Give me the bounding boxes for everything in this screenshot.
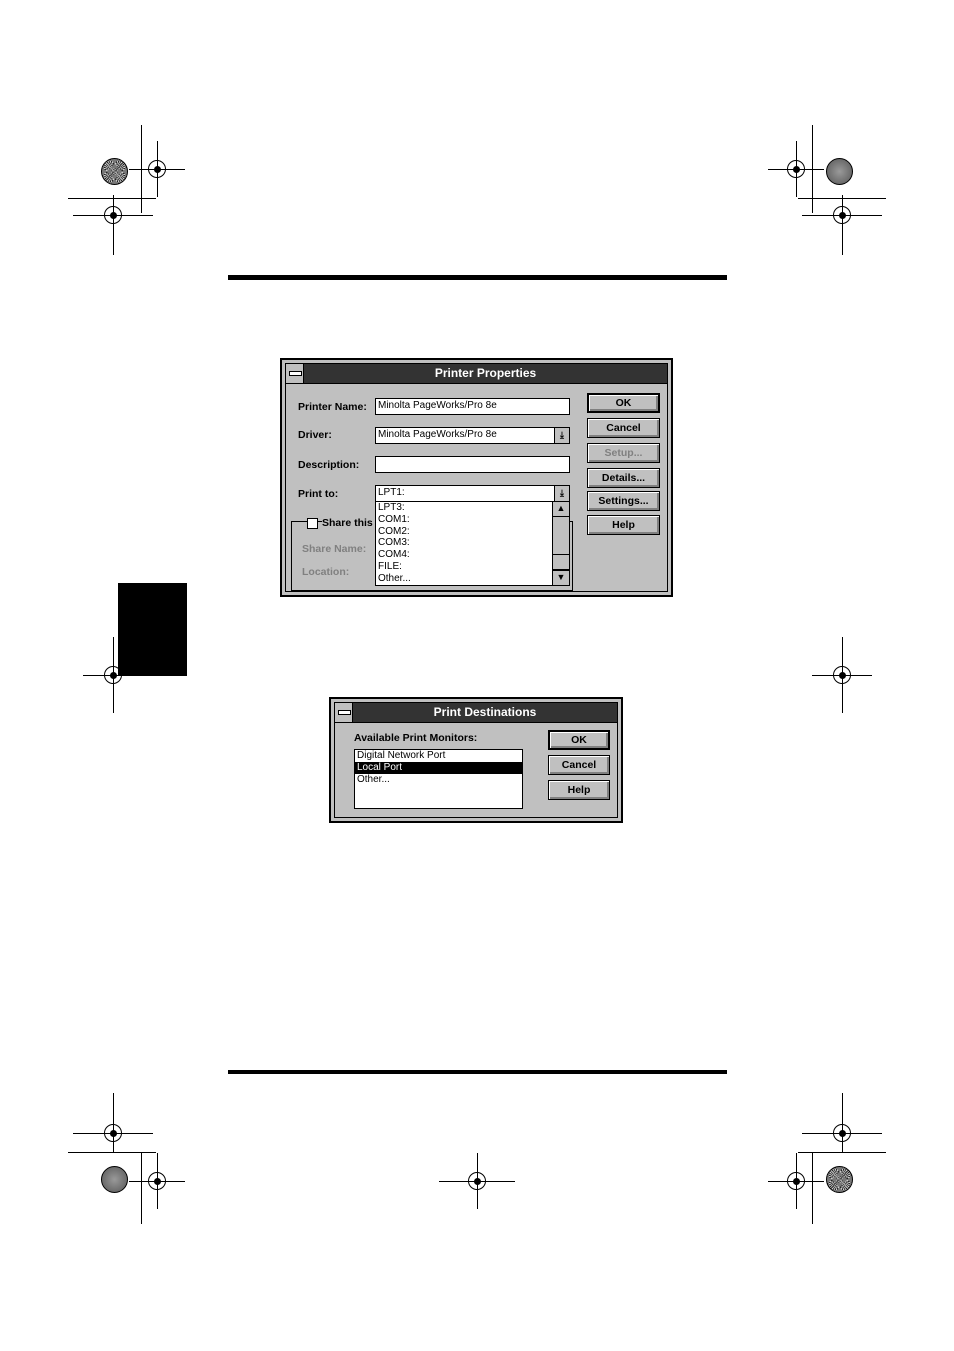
- printer-name-label: Printer Name:: [298, 401, 367, 413]
- star-target-icon: [826, 1166, 853, 1193]
- details-button[interactable]: Details...: [587, 468, 660, 488]
- scroll-down-icon[interactable]: ▼: [553, 570, 569, 585]
- ok-button[interactable]: OK: [587, 393, 660, 413]
- driver-select-value: Minolta PageWorks/Pro 8e: [378, 429, 497, 440]
- monitors-list[interactable]: Digital Network Port Local Port Other...: [354, 749, 523, 809]
- system-menu-icon[interactable]: [286, 364, 304, 383]
- help-button[interactable]: Help: [587, 515, 660, 535]
- grey-patch-icon: [826, 158, 853, 185]
- scroll-up-icon[interactable]: ▲: [553, 502, 569, 517]
- monitor-list-item[interactable]: Digital Network Port: [355, 750, 522, 762]
- port-list-item[interactable]: FILE:: [376, 561, 553, 573]
- settings-button[interactable]: Settings...: [587, 491, 660, 511]
- port-dropdown-list[interactable]: LPT3: COM1: COM2: COM3: COM4: FILE: Other... ▲…: [375, 501, 570, 586]
- dialog-title: Print Destinations: [433, 705, 537, 719]
- grey-patch-icon: [101, 1166, 128, 1193]
- port-list-item[interactable]: COM3:: [376, 537, 553, 549]
- title-bar: Printer Properties: [286, 364, 667, 384]
- top-rule: [228, 275, 727, 280]
- system-menu-icon[interactable]: [335, 703, 353, 722]
- port-scrollbar[interactable]: ▲ ▼: [552, 502, 569, 585]
- help-button[interactable]: Help: [548, 780, 610, 800]
- location-label: Location:: [302, 566, 350, 578]
- setup-button[interactable]: Setup...: [587, 443, 660, 463]
- cancel-button[interactable]: Cancel: [587, 418, 660, 438]
- star-target-icon: [101, 158, 128, 185]
- print-to-select-value: LPT1:: [378, 487, 405, 498]
- share-checkbox[interactable]: [307, 518, 318, 529]
- driver-select[interactable]: Minolta PageWorks/Pro 8e ⤓: [375, 427, 570, 444]
- monitor-list-item[interactable]: Other...: [355, 774, 522, 786]
- share-name-label: Share Name:: [302, 543, 367, 555]
- monitor-list-item[interactable]: Local Port: [355, 761, 522, 774]
- monitors-label: Available Print Monitors:: [354, 732, 478, 744]
- description-label: Description:: [298, 459, 360, 471]
- cancel-button[interactable]: Cancel: [548, 755, 610, 775]
- share-label[interactable]: Share this: [322, 517, 375, 529]
- printer-name-field[interactable]: Minolta PageWorks/Pro 8e: [375, 398, 570, 415]
- bottom-rule: [228, 1070, 727, 1074]
- print-to-select[interactable]: LPT1: ⤓: [375, 485, 570, 502]
- print-destinations-dialog: Print Destinations Available Print Monit…: [329, 697, 623, 823]
- dialog-title: Printer Properties: [434, 366, 537, 380]
- port-list-item[interactable]: COM2:: [376, 526, 553, 538]
- ok-button[interactable]: OK: [548, 730, 610, 750]
- driver-label: Driver:: [298, 429, 332, 441]
- printer-properties-dialog: Printer Properties Printer Name: Minolta…: [280, 358, 673, 597]
- dropdown-arrow-icon[interactable]: ⤓: [554, 486, 569, 501]
- port-list-item[interactable]: LPT3:: [376, 502, 553, 514]
- print-to-label: Print to:: [298, 488, 339, 500]
- port-list-item[interactable]: COM1:: [376, 514, 553, 526]
- title-bar: Print Destinations: [335, 703, 617, 723]
- dropdown-arrow-icon[interactable]: ⤓: [554, 428, 569, 443]
- chapter-thumb-tab: [118, 583, 187, 676]
- description-field[interactable]: [375, 456, 570, 473]
- port-list-item[interactable]: COM4:: [376, 549, 553, 561]
- port-list-item[interactable]: Other...: [376, 573, 553, 585]
- scroll-thumb[interactable]: [553, 554, 569, 570]
